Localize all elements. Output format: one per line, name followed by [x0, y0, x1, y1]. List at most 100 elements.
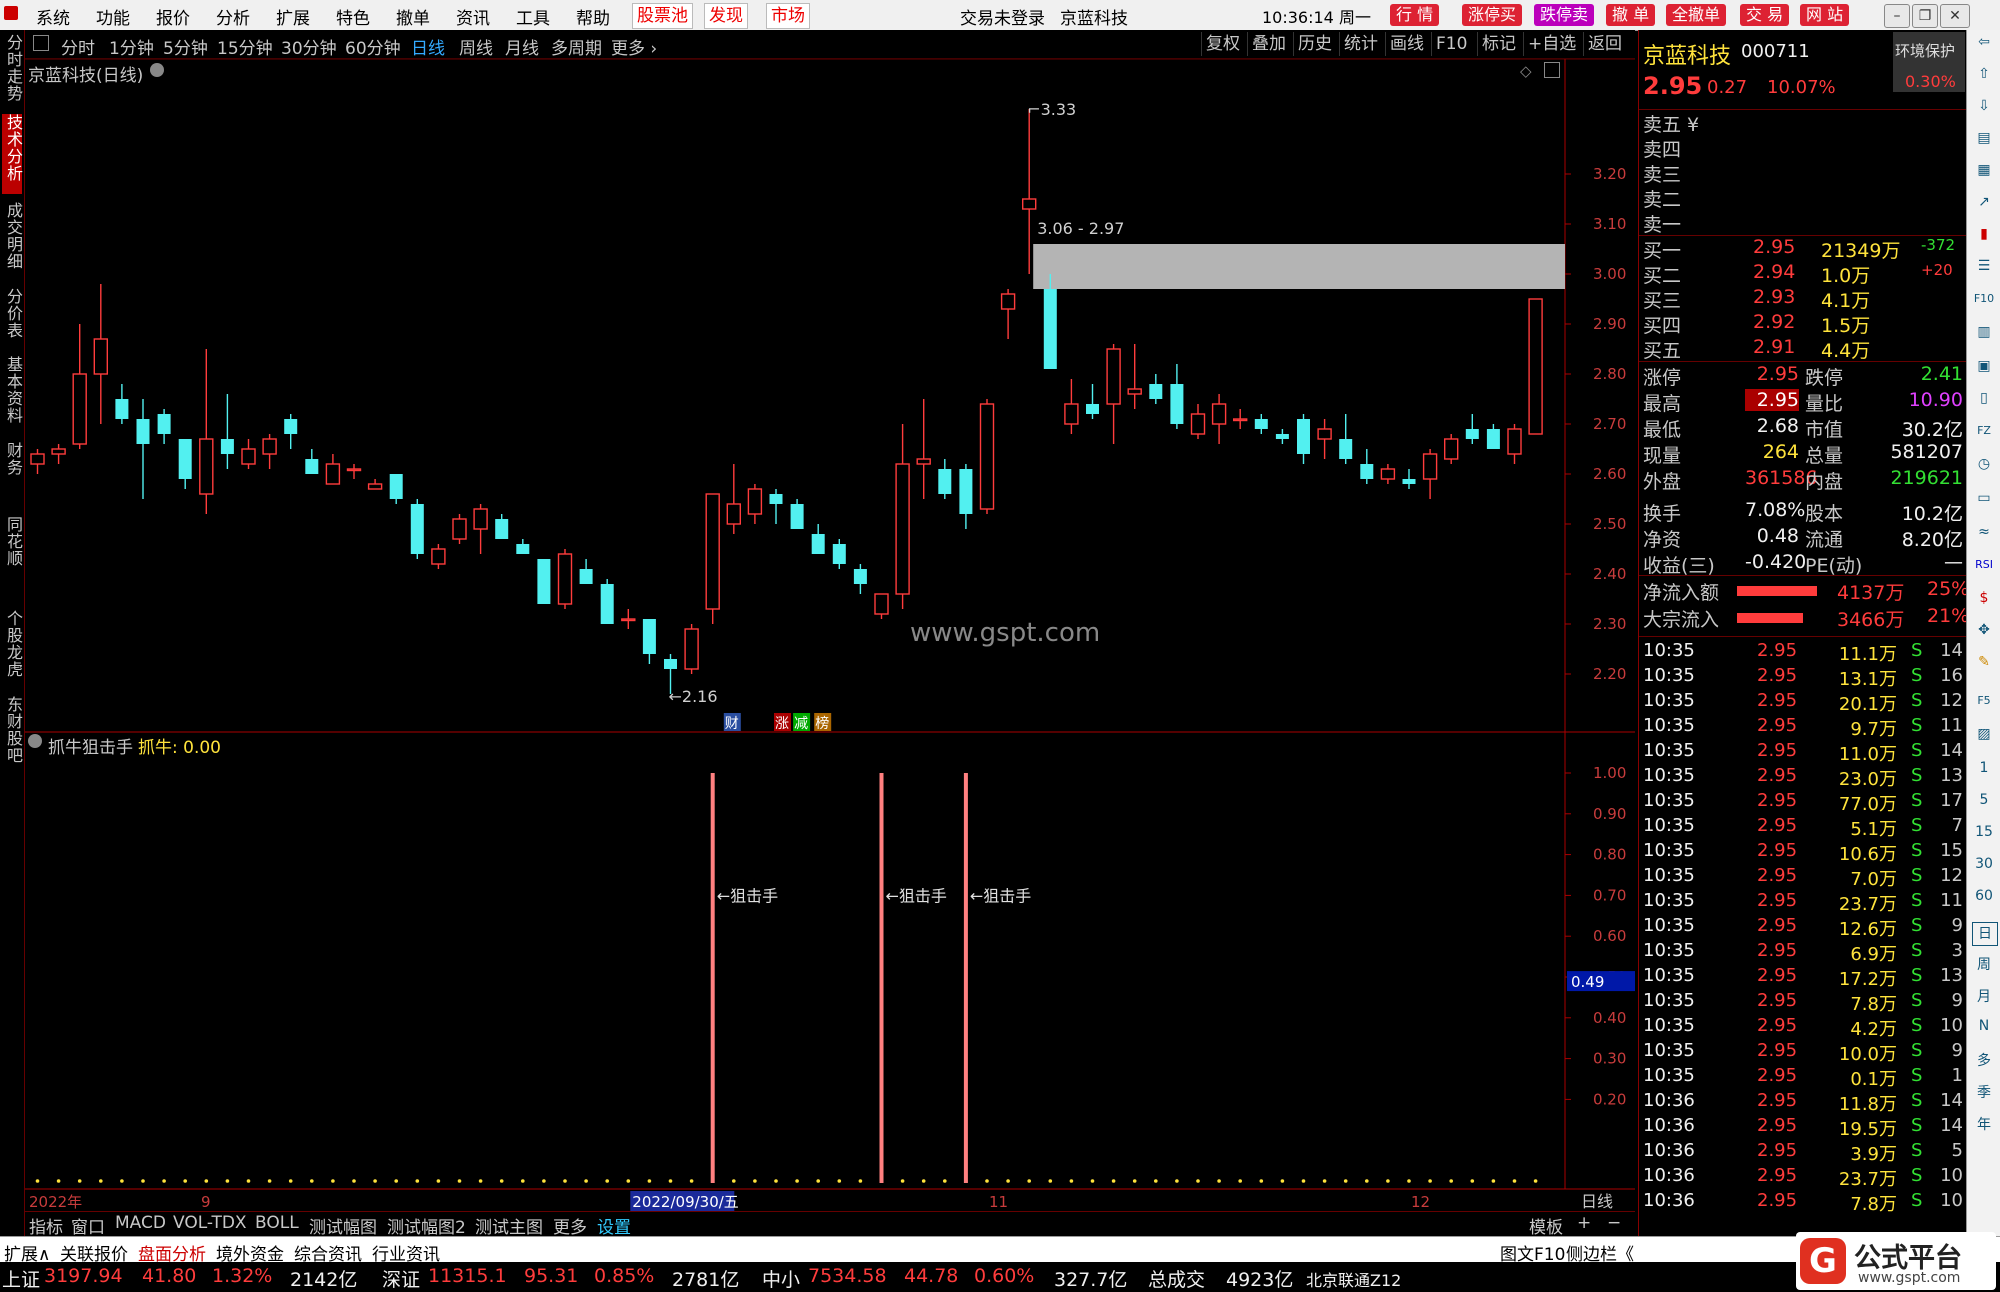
period-15min[interactable]: 15分钟	[217, 34, 273, 59]
doc-icon[interactable]: ▤	[1972, 130, 1996, 152]
rsi-icon[interactable]: RSI	[1972, 558, 1996, 580]
period-60-button[interactable]: 60	[1972, 888, 1996, 910]
zoom-out-button[interactable]: −	[1607, 1213, 1621, 1233]
tab-trade-details[interactable]: 成交明细	[2, 202, 23, 270]
list-icon[interactable]: ☰	[1972, 258, 1996, 280]
diamond-icon[interactable]: ◇	[1520, 62, 1532, 80]
bid-row[interactable]: 买三 2.93 4.1万	[1641, 286, 1965, 312]
panel-toggle-icon[interactable]	[1544, 62, 1560, 78]
pencil-icon[interactable]: ✎	[1972, 654, 1996, 676]
website-button[interactable]: 网 站	[1800, 4, 1850, 26]
period-week-button[interactable]: 周	[1972, 954, 1996, 976]
tab-test-main[interactable]: 测试主图	[475, 1213, 543, 1238]
f5-icon[interactable]: F5	[1972, 694, 1996, 716]
grid-icon[interactable]: ▦	[1972, 162, 1996, 184]
clock-icon[interactable]: ◷	[1972, 456, 1996, 478]
tab-test-sub[interactable]: 测试幅图	[309, 1213, 377, 1238]
menu-analysis[interactable]: 分析	[216, 4, 250, 29]
menu-tools[interactable]: 工具	[516, 4, 550, 29]
template-button[interactable]: 模板	[1529, 1213, 1563, 1238]
arrow-up-icon[interactable]: ⇧	[1972, 66, 1996, 88]
menu-special[interactable]: 特色	[336, 4, 370, 29]
f10-icon[interactable]: F10	[1972, 292, 1996, 314]
period-5-button[interactable]: 5	[1972, 792, 1996, 814]
period-1min[interactable]: 1分钟	[109, 34, 154, 59]
limit-down-sell-button[interactable]: 跌停卖	[1534, 4, 1595, 26]
tab-vol[interactable]: VOL-TDX	[173, 1213, 247, 1233]
period-monthly[interactable]: 月线	[505, 34, 539, 59]
close-icon[interactable]: ✕	[1940, 4, 1970, 28]
menu-news[interactable]: 资讯	[456, 4, 490, 29]
period-intraday[interactable]: 分时	[61, 34, 95, 59]
tool-f10[interactable]: F10	[1431, 32, 1471, 56]
tab-settings[interactable]: 设置	[597, 1213, 631, 1238]
period-multi-button[interactable]: 多	[1972, 1050, 1996, 1072]
period-15-button[interactable]: 15	[1972, 824, 1996, 846]
menu-cancel-order[interactable]: 撤单	[396, 4, 430, 29]
cancel-order-button[interactable]: 撤 单	[1606, 4, 1656, 26]
move-icon[interactable]: ✥	[1972, 622, 1996, 644]
bid-row[interactable]: 买二 2.94 1.0万 +20	[1641, 261, 1965, 287]
zoom-in-button[interactable]: +	[1577, 1213, 1591, 1233]
tab-forum[interactable]: 东财股吧	[2, 696, 23, 764]
tab-more[interactable]: 更多	[553, 1213, 587, 1238]
period-multi[interactable]: 多周期	[551, 34, 602, 59]
cancel-all-button[interactable]: 全撤单	[1666, 4, 1727, 26]
period-weekly[interactable]: 周线	[459, 34, 493, 59]
tab-boll[interactable]: BOLL	[255, 1213, 299, 1233]
period-30min[interactable]: 30分钟	[281, 34, 337, 59]
menu-system[interactable]: 系统	[36, 4, 70, 29]
wave-icon[interactable]: ≈	[1972, 524, 1996, 546]
sector-label[interactable]: 环境保护	[1895, 40, 1955, 61]
bid-row[interactable]: 买四 2.92 1.5万	[1641, 311, 1965, 337]
arrow-left-icon[interactable]: ⇦	[1972, 34, 1996, 56]
tick-list[interactable]: 10:35 2.95 11.1万 S 14 10:35 2.95 13.1万 S 16 10:35 2…	[1639, 640, 1967, 1215]
tool-history[interactable]: 历史	[1293, 32, 1336, 56]
minus-icon[interactable]: ▭	[1972, 490, 1996, 512]
period-more[interactable]: 更多 ›	[611, 34, 657, 59]
tab-stock-pool[interactable]: 股票池	[632, 3, 693, 29]
menu-quote[interactable]: 报价	[156, 4, 190, 29]
tool-add-favorite[interactable]: +自选	[1523, 32, 1580, 56]
tab-intraday[interactable]: 分时走势	[2, 34, 23, 102]
chart-area[interactable]: 2.20 2.30 2.40 2.50 2.60 2.70 2.80 2.90 3.00 3.10…	[25, 59, 1635, 1211]
tab-basic-info[interactable]: 基本资料	[2, 356, 23, 424]
fz-icon[interactable]: FZ	[1972, 424, 1996, 446]
period-5min[interactable]: 5分钟	[163, 34, 208, 59]
tool-draw[interactable]: 画线	[1385, 32, 1428, 56]
bid-row[interactable]: 买五 2.91 4.4万	[1641, 336, 1965, 362]
picture-icon[interactable]: ▨	[1972, 726, 1996, 748]
tab-macd[interactable]: MACD	[115, 1213, 166, 1233]
note-icon[interactable]: ▣	[1972, 358, 1996, 380]
tab-indicator[interactable]: 指标	[29, 1213, 63, 1238]
tool-fuquan[interactable]: 复权	[1201, 32, 1244, 56]
menu-help[interactable]: 帮助	[576, 4, 610, 29]
bid-row[interactable]: 买一 2.95 21349万 -372	[1641, 236, 1965, 262]
tab-discover[interactable]: 发现	[704, 3, 748, 29]
tab-window[interactable]: 窗口	[71, 1213, 105, 1238]
minimize-icon[interactable]: –	[1884, 4, 1910, 28]
tab-finance[interactable]: 财务	[2, 442, 23, 476]
tool-overlay[interactable]: 叠加	[1247, 32, 1290, 56]
tab-market[interactable]: 市场	[766, 3, 810, 29]
restore-icon[interactable]: ❐	[1912, 4, 1938, 28]
period-year-button[interactable]: 年	[1972, 1114, 1996, 1136]
period-quarter-button[interactable]: 季	[1972, 1082, 1996, 1104]
layout-icon[interactable]	[33, 35, 49, 51]
tab-test-sub2[interactable]: 测试幅图2	[387, 1213, 466, 1238]
menu-function[interactable]: 功能	[96, 4, 130, 29]
tool-back[interactable]: 返回	[1583, 32, 1626, 56]
period-month-button[interactable]: 月	[1972, 986, 1996, 1008]
line-chart-icon[interactable]: ↗	[1972, 194, 1996, 216]
period-30-button[interactable]: 30	[1972, 856, 1996, 878]
chart-settings-icon[interactable]	[150, 63, 164, 77]
tab-technical-analysis[interactable]: 技术分析	[2, 114, 23, 194]
bars-icon[interactable]: ▯	[1972, 390, 1996, 412]
tab-dragon-tiger[interactable]: 个股龙虎	[2, 610, 23, 678]
indicator-settings-icon[interactable]	[28, 734, 42, 748]
money-icon[interactable]: $	[1972, 590, 1996, 612]
period-n-button[interactable]: N	[1972, 1018, 1996, 1040]
tab-price-distribution[interactable]: 分价表	[2, 288, 23, 339]
period-1-button[interactable]: 1	[1972, 760, 1996, 782]
candle-icon[interactable]: ▮	[1972, 226, 1996, 248]
